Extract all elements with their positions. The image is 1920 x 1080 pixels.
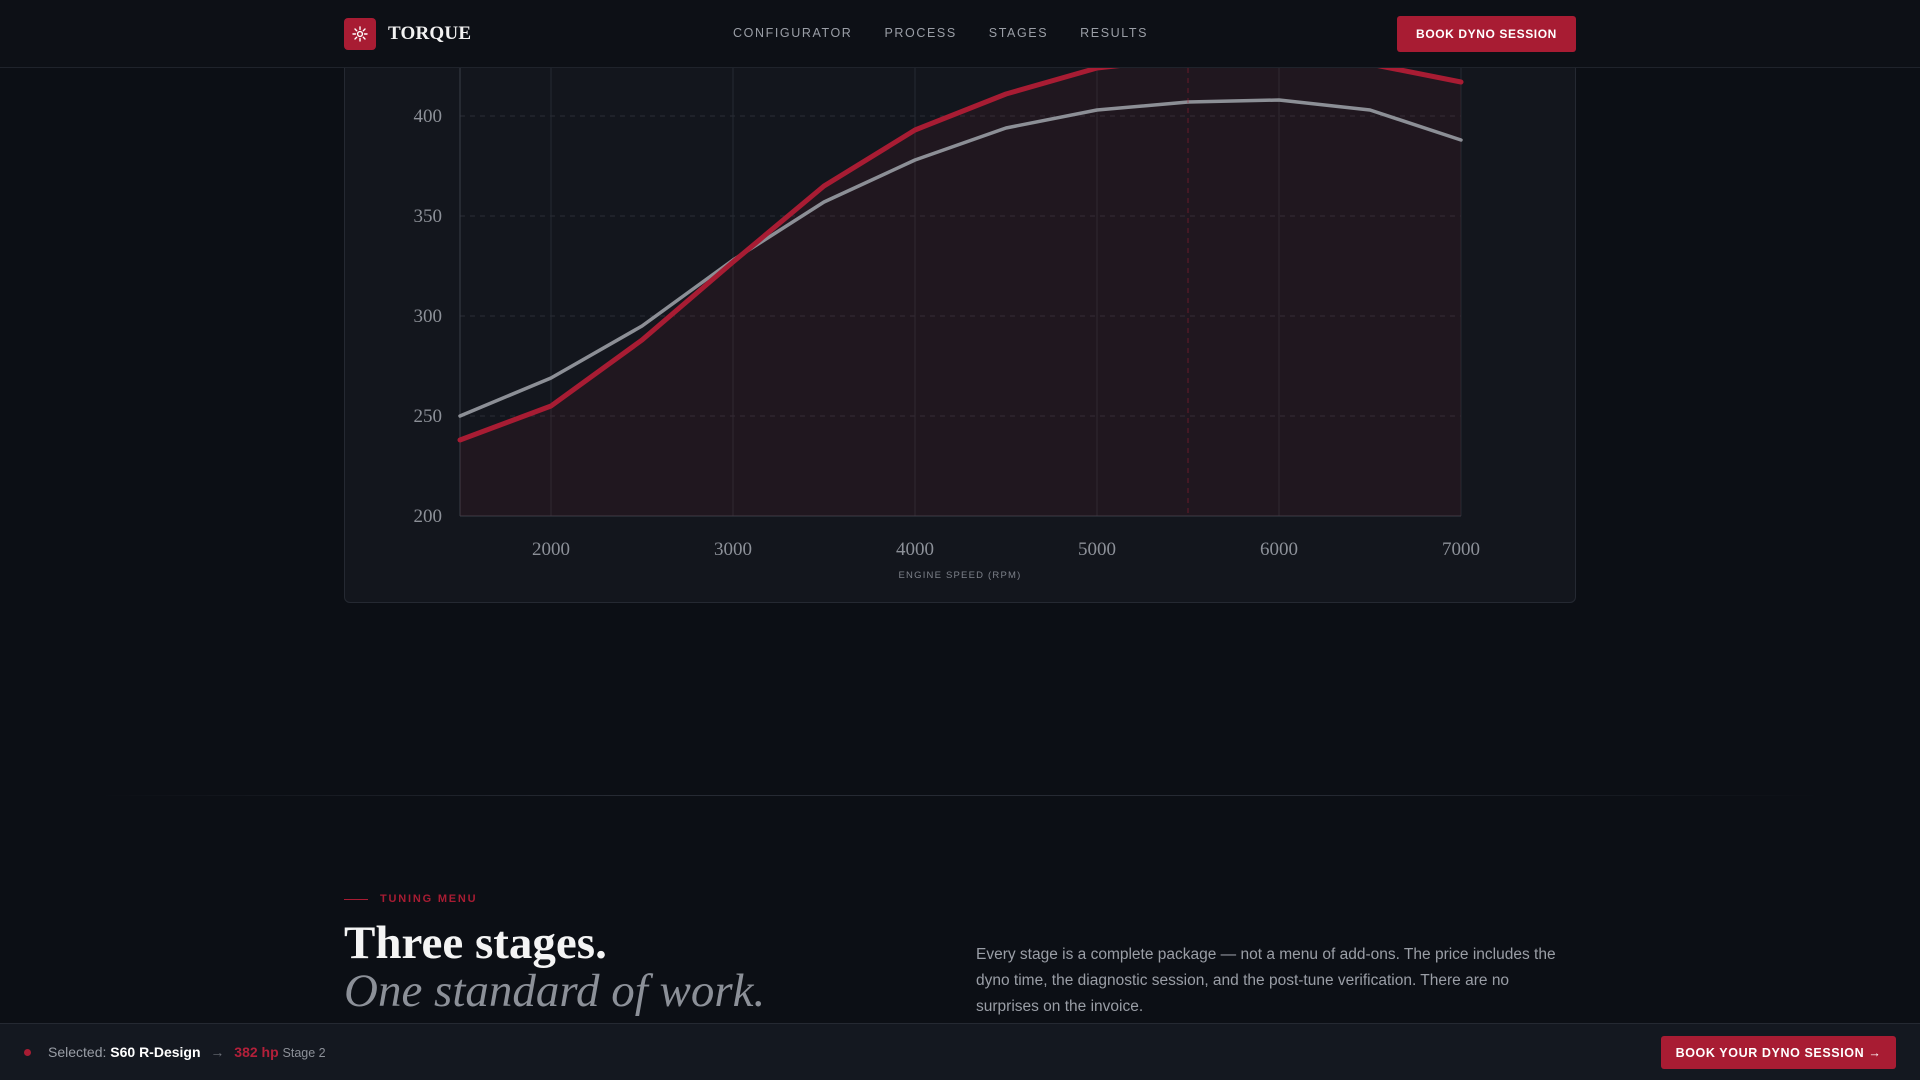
brand-logo[interactable]: TORQUE <box>344 18 471 50</box>
selected-stage: Stage 2 <box>282 1046 326 1060</box>
brand-name: TORQUE <box>388 23 472 44</box>
x-tick-label: 5000 <box>1078 539 1116 560</box>
status-dot <box>24 1049 31 1056</box>
x-tick-label: 6000 <box>1260 539 1298 560</box>
nav-links: CONFIGURATOR PROCESS STAGES RESULTS <box>733 26 1180 40</box>
gear-icon <box>344 18 376 50</box>
top-navigation: TORQUE CONFIGURATOR PROCESS STAGES RESUL… <box>0 0 1920 68</box>
dyno-chart: 200 250 300 350 400 2000 3000 4000 5000 6000 7000 E… <box>414 41 1481 581</box>
arrow-icon: → <box>210 1044 225 1060</box>
y-tick-label: 250 <box>414 406 443 427</box>
nav-link-configurator[interactable]: CONFIGURATOR <box>733 26 852 40</box>
x-tick-label: 2000 <box>532 539 570 560</box>
selection-bar: Selected: S60 R-Design → 382 hp Stage 2 … <box>0 1023 1920 1080</box>
x-tick-label: 3000 <box>714 539 752 560</box>
x-tick-label: 4000 <box>896 539 934 560</box>
section-description: Every stage is a complete package — not … <box>976 946 1556 1015</box>
nav-link-process[interactable]: PROCESS <box>884 26 956 40</box>
nav-link-results[interactable]: RESULTS <box>1080 26 1148 40</box>
selected-hp: 382 hp <box>234 1044 279 1060</box>
book-dyno-session-button[interactable]: BOOK DYNO SESSION <box>1397 16 1576 52</box>
y-tick-label: 400 <box>414 106 443 127</box>
tuned-area <box>460 56 1461 516</box>
selected-model: S60 R-Design <box>110 1044 201 1060</box>
y-tick-label: 300 <box>414 306 443 327</box>
dyno-chart-card: 200 250 300 350 400 2000 3000 4000 5000 6000 7000 E… <box>344 40 1576 603</box>
book-your-dyno-session-button[interactable]: BOOK YOUR DYNO SESSION → <box>1661 1036 1896 1069</box>
eyebrow-line <box>344 898 368 900</box>
x-tick-label: 7000 <box>1442 539 1480 560</box>
eyebrow-text: TUNING MENU <box>380 893 478 905</box>
selected-label: Selected: <box>48 1044 107 1060</box>
selection-summary: Selected: S60 R-Design → 382 hp Stage 2 <box>48 1044 326 1060</box>
section-eyebrow: TUNING MENU <box>344 893 477 905</box>
y-tick-label: 200 <box>414 506 443 527</box>
section-subheadline: One standard of work. <box>344 965 766 1017</box>
nav-link-stages[interactable]: STAGES <box>989 26 1048 40</box>
section-divider <box>100 795 1820 796</box>
y-tick-label: 350 <box>414 206 443 227</box>
x-axis-title: ENGINE SPEED (RPM) <box>899 570 1022 581</box>
section-headline: Three stages. <box>344 917 607 969</box>
